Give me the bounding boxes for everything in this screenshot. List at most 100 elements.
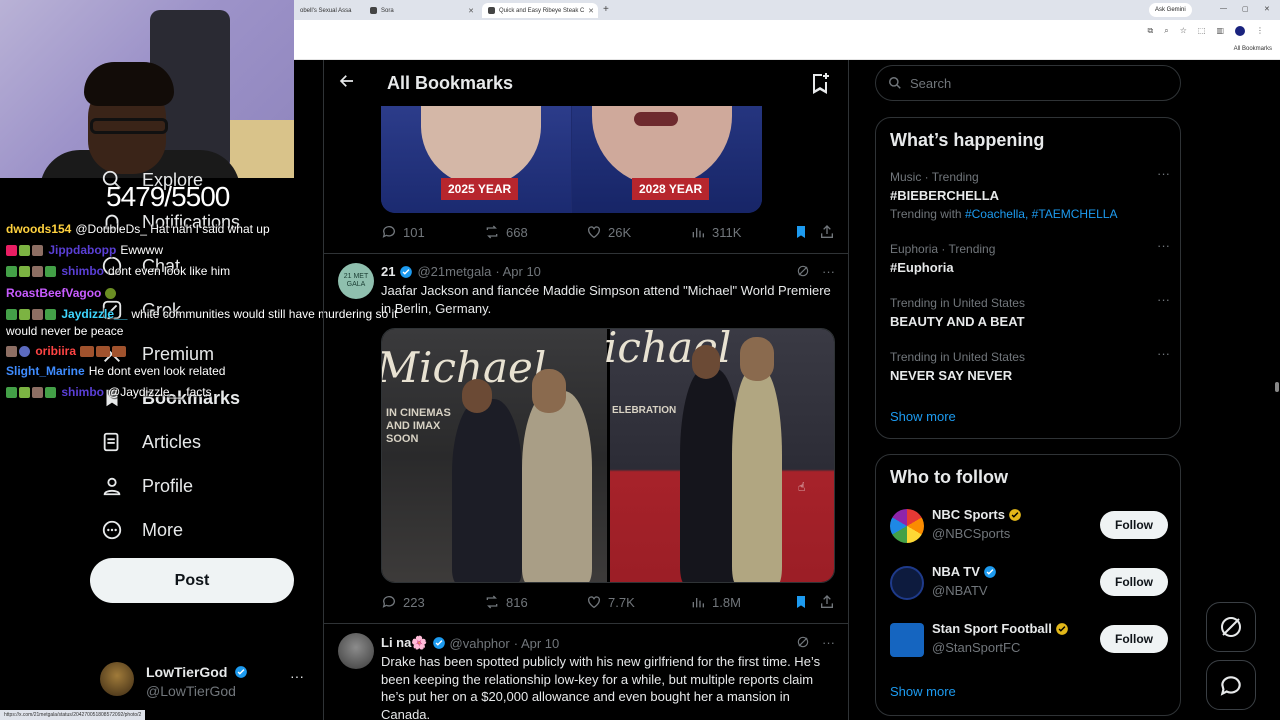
reply-button[interactable]: 223 [381, 594, 425, 610]
chat-username: oribiira [35, 344, 77, 358]
search-input[interactable]: Search [875, 65, 1181, 101]
install-icon[interactable]: ⧉ [1148, 26, 1154, 36]
zoom-icon[interactable]: ⌕ [1164, 26, 1168, 36]
show-more-link[interactable]: Show more [890, 409, 956, 424]
nav-item-more[interactable]: More [100, 515, 183, 545]
trend-with-tags[interactable]: #Coachella, #TAEMCHELLA [965, 207, 1118, 221]
trend-item[interactable]: Trending in United States NEVER SAY NEVE… [890, 346, 1170, 383]
grok-icon[interactable] [796, 635, 810, 652]
more-icon[interactable]: ··· [290, 668, 304, 684]
follow-suggestion[interactable]: Stan Sport Football @StanSportFC Follow [890, 621, 1170, 661]
chat-username: shimbo [61, 385, 105, 399]
minimize-icon[interactable]: — [1220, 5, 1227, 12]
grok-icon[interactable] [796, 264, 810, 281]
sidebar-icon[interactable]: ▥ [1216, 26, 1224, 36]
repost-button[interactable]: 816 [484, 594, 528, 610]
back-arrow-icon[interactable] [338, 72, 356, 95]
views-icon [692, 228, 704, 238]
face-image [532, 369, 566, 413]
streamer-glasses [90, 118, 168, 134]
year-label: 2028 YEAR [632, 178, 710, 200]
new-tab-button[interactable]: + [603, 4, 609, 15]
more-icon[interactable]: ··· [1157, 292, 1170, 307]
browser-tab-active[interactable]: Quick and Easy Ribeye Steak C ✕ [482, 3, 598, 18]
trend-with-label: Trending with [890, 207, 962, 221]
chat-message: RoastBeefVagoo [6, 286, 118, 300]
profile-icon[interactable] [1235, 26, 1245, 36]
face-image [692, 345, 720, 379]
close-tab-icon[interactable]: ✕ [468, 7, 474, 15]
follow-handle: @NBATV [932, 583, 988, 598]
trend-item[interactable]: Music · Trending #BIEBERCHELLA Trending … [890, 166, 1170, 221]
account-switcher[interactable]: LowTierGod @LowTierGod ··· [100, 662, 310, 702]
browser-tab[interactable]: obell's Sexual Assa [294, 3, 364, 18]
like-count: 7.7K [608, 594, 635, 610]
media-photo-left[interactable]: Michael IN CINEMAS AND IMAX SOON [382, 329, 607, 582]
post-divider [324, 253, 848, 254]
person-image [522, 391, 592, 582]
badge-icon [32, 309, 43, 321]
more-icon[interactable]: ··· [822, 635, 835, 652]
author-name[interactable]: 21 [381, 264, 395, 279]
nav-item-articles[interactable]: Articles [100, 427, 201, 457]
scroll-thumb[interactable] [1275, 382, 1279, 392]
post-date[interactable]: · Apr 10 [514, 636, 560, 651]
person-image [452, 399, 522, 582]
share-button[interactable] [819, 224, 835, 240]
verified-badge-icon [400, 265, 413, 278]
close-window-icon[interactable]: ✕ [1264, 5, 1270, 13]
follow-suggestion[interactable]: NBC Sports @NBCSports Follow [890, 507, 1170, 547]
follow-button[interactable]: Follow [1100, 511, 1168, 539]
scrollbar[interactable] [1274, 62, 1280, 720]
like-button[interactable]: 26K [586, 224, 631, 240]
author-name[interactable]: Li na🌸 [381, 635, 428, 651]
browser-tab[interactable]: Sora ✕ [364, 3, 478, 18]
avatar [890, 623, 924, 657]
post-media[interactable]: 2025 YEAR 2028 YEAR [381, 106, 762, 213]
bookmark-button[interactable] [793, 224, 809, 240]
bookmark-button[interactable] [793, 594, 809, 610]
trend-item[interactable]: Trending in United States BEAUTY AND A B… [890, 292, 1170, 329]
star-icon[interactable]: ☆ [1180, 26, 1187, 36]
article-icon [100, 430, 124, 454]
more-icon[interactable]: ··· [1157, 166, 1170, 181]
post-date[interactable]: · Apr 10 [495, 264, 541, 279]
author-handle[interactable]: @21metgala [417, 264, 491, 279]
post-media[interactable]: Michael IN CINEMAS AND IMAX SOON ichael … [381, 328, 835, 583]
author-handle[interactable]: @vahphor [450, 636, 510, 651]
chat-text: He dont even look related [88, 364, 226, 378]
like-button[interactable]: 7.7K [586, 594, 635, 610]
follow-suggestion[interactable]: NBA TV @NBATV Follow [890, 564, 1170, 604]
post-button[interactable]: Post [90, 558, 294, 603]
repost-button[interactable]: 668 [484, 224, 528, 240]
maximize-icon[interactable]: ▢ [1242, 5, 1249, 13]
nav-item-profile[interactable]: Profile [100, 471, 193, 501]
ask-gemini-button[interactable]: Ask Gemini [1149, 3, 1192, 17]
trend-name: NEVER SAY NEVER [890, 368, 1013, 383]
more-circle-icon [100, 518, 124, 542]
messages-floating-button[interactable] [1206, 660, 1256, 710]
grok-floating-button[interactable] [1206, 602, 1256, 652]
avatar[interactable] [338, 633, 374, 669]
views-button[interactable]: 1.8M [690, 594, 741, 610]
follow-button[interactable]: Follow [1100, 568, 1168, 596]
trend-item[interactable]: Euphoria · Trending #Euphoria ··· [890, 238, 1170, 275]
add-bookmark-folder-icon[interactable] [808, 71, 832, 95]
menu-icon[interactable]: ⋮ [1256, 26, 1264, 36]
views-button[interactable]: 311K [690, 224, 741, 240]
avatar[interactable]: 21 MET GALA [338, 263, 374, 299]
follow-button[interactable]: Follow [1100, 625, 1168, 653]
share-button[interactable] [819, 594, 835, 610]
more-icon[interactable]: ··· [1157, 238, 1170, 253]
extensions-icon[interactable]: ⬚ [1198, 26, 1206, 36]
reply-button[interactable]: 101 [381, 224, 425, 240]
all-bookmarks-folder[interactable]: All Bookmarks [1234, 46, 1272, 52]
show-more-link[interactable]: Show more [890, 684, 956, 699]
more-icon[interactable]: ··· [822, 264, 835, 281]
follow-name: NBA TV [932, 564, 997, 579]
close-tab-icon[interactable]: ✕ [588, 7, 594, 15]
media-photo-right[interactable]: ichael ELEBRATION [604, 329, 834, 582]
view-count: 311K [712, 224, 742, 240]
emote-icon [96, 346, 111, 358]
more-icon[interactable]: ··· [1157, 346, 1170, 361]
